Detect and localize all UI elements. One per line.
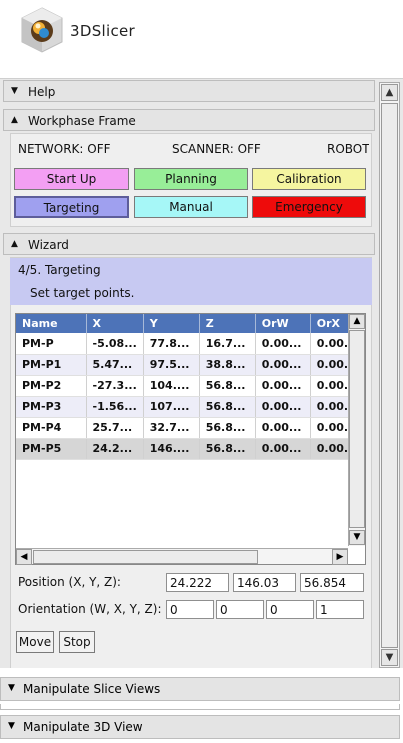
table-cell: 97.5...	[143, 354, 200, 376]
panel-vertical-scrollbar[interactable]: ▲ ▼	[379, 82, 400, 668]
table-cell: 0.00...	[255, 438, 311, 460]
help-section-label: Help	[28, 85, 56, 99]
scroll-right-icon[interactable]: ▶	[332, 549, 348, 565]
orientation-z-field[interactable]	[316, 600, 364, 619]
table-row[interactable]: PM-P4 25.7... 32.7... 56.8... 0.00... 0.00...	[16, 417, 364, 439]
table-cell: PM-P1	[16, 354, 87, 376]
table-cell: -5.08...	[86, 333, 144, 355]
position-y-field[interactable]	[233, 573, 296, 592]
slicer-logo-icon	[21, 7, 63, 53]
table-cell: 5.47...	[86, 354, 144, 376]
wizard-section-header[interactable]: ▲ Wizard	[3, 233, 375, 255]
table-cell: 0.00...	[255, 354, 311, 376]
table-cell: 104....	[143, 375, 200, 397]
column-header[interactable]: X	[86, 314, 144, 333]
orientation-w-field[interactable]	[166, 600, 214, 619]
orientation-x-field[interactable]	[216, 600, 264, 619]
table-row[interactable]: PM-P -5.08... 77.8... 16.7... 0.00... 0.00...	[16, 333, 364, 355]
table-cell: 0.00...	[255, 375, 311, 397]
table-cell: -27.3...	[86, 375, 144, 397]
expand-arrow-icon: ▲	[11, 239, 18, 249]
points-grid: Name X Y Z OrW OrX PM-P -5.08... 77.8... 16…	[16, 314, 364, 460]
table-cell: PM-P	[16, 333, 87, 355]
start-up-button[interactable]: Start Up	[14, 168, 129, 190]
table-cell: 56.8...	[199, 396, 256, 418]
collapse-arrow-icon: ▼	[11, 86, 18, 96]
manual-button[interactable]: Manual	[134, 196, 248, 218]
table-cell: -1.56...	[86, 396, 144, 418]
table-cell: 38.8...	[199, 354, 256, 376]
collapse-arrow-icon: ▼	[8, 721, 15, 731]
planning-button[interactable]: Planning	[134, 168, 248, 190]
table-cell: 16.7...	[199, 333, 256, 355]
status-row: NETWORK: OFF SCANNER: OFF ROBOT	[12, 136, 372, 164]
collapse-arrow-icon: ▼	[8, 683, 15, 693]
workphase-section-label: Workphase Frame	[28, 114, 136, 128]
app-title: 3DSlicer	[70, 22, 135, 40]
column-header[interactable]: Z	[199, 314, 256, 333]
emergency-button[interactable]: Emergency	[252, 196, 366, 218]
table-cell: 146....	[143, 438, 200, 460]
table-cell: PM-P2	[16, 375, 87, 397]
target-points-table[interactable]: Name X Y Z OrW OrX PM-P -5.08... 77.8... 16…	[15, 313, 366, 565]
scroll-up-icon[interactable]: ▲	[381, 84, 398, 101]
table-cell: 56.8...	[199, 375, 256, 397]
table-cell: 0.00...	[255, 396, 311, 418]
move-button[interactable]: Move	[16, 631, 54, 653]
orientation-y-field[interactable]	[266, 600, 314, 619]
table-header-row: Name X Y Z OrW OrX	[16, 314, 364, 333]
view3d-section-header[interactable]: ▼ Manipulate 3D View	[0, 715, 400, 739]
table-vertical-scrollbar[interactable]: ▲ ▼	[348, 314, 365, 546]
column-header[interactable]: OrW	[255, 314, 311, 333]
table-cell: 32.7...	[143, 417, 200, 439]
orientation-label: Orientation (W, X, Y, Z):	[18, 602, 162, 616]
calibration-button[interactable]: Calibration	[252, 168, 366, 190]
scroll-left-icon[interactable]: ◀	[16, 549, 32, 565]
slice-views-section-label: Manipulate Slice Views	[23, 682, 161, 696]
column-header[interactable]: Y	[143, 314, 200, 333]
table-cell: 0.00...	[255, 333, 311, 355]
robot-status: ROBOT	[327, 142, 369, 156]
scroll-down-icon[interactable]: ▼	[349, 530, 365, 545]
table-cell: 25.7...	[86, 417, 144, 439]
slice-views-collapsed-body	[0, 704, 400, 710]
table-row[interactable]: PM-P1 5.47... 97.5... 38.8... 0.00... 0.00...	[16, 354, 364, 376]
wizard-section-label: Wizard	[28, 238, 69, 252]
expand-arrow-icon: ▲	[11, 115, 18, 125]
workphase-section-header[interactable]: ▲ Workphase Frame	[3, 109, 375, 131]
stop-button[interactable]: Stop	[59, 631, 95, 653]
wizard-step-description: Set target points.	[30, 286, 135, 300]
targeting-button[interactable]: Targeting	[14, 196, 129, 218]
logo-header: 3DSlicer	[0, 0, 403, 78]
table-cell: 24.2...	[86, 438, 144, 460]
scroll-thumb[interactable]	[349, 330, 365, 528]
table-row[interactable]: PM-P3 -1.56... 107.... 56.8... 0.00... 0.00..…	[16, 396, 364, 418]
position-z-field[interactable]	[300, 573, 364, 592]
position-label: Position (X, Y, Z):	[18, 575, 121, 589]
help-section-header[interactable]: ▼ Help	[3, 80, 375, 102]
table-cell: 56.8...	[199, 417, 256, 439]
table-cell: PM-P3	[16, 396, 87, 418]
wizard-step-title: 4/5. Targeting	[18, 263, 101, 277]
table-horizontal-scrollbar[interactable]: ◀ ▶	[16, 548, 348, 565]
table-cell: 56.8...	[199, 438, 256, 460]
slice-views-section-header[interactable]: ▼ Manipulate Slice Views	[0, 677, 400, 701]
table-cell: PM-P5	[16, 438, 87, 460]
network-status: NETWORK: OFF	[18, 142, 111, 156]
scanner-status: SCANNER: OFF	[172, 142, 261, 156]
scroll-down-icon[interactable]: ▼	[381, 649, 398, 666]
table-row-selected[interactable]: PM-P5 24.2... 146.... 56.8... 0.00... 0.00...	[16, 438, 364, 460]
column-header[interactable]: Name	[16, 314, 87, 333]
table-cell: 0.00...	[255, 417, 311, 439]
table-cell: PM-P4	[16, 417, 87, 439]
table-cell: 107....	[143, 396, 200, 418]
view3d-section-label: Manipulate 3D View	[23, 720, 143, 734]
scroll-thumb[interactable]	[381, 103, 398, 648]
table-cell: 77.8...	[143, 333, 200, 355]
scroll-up-icon[interactable]: ▲	[349, 314, 365, 329]
position-x-field[interactable]	[166, 573, 229, 592]
scroll-thumb[interactable]	[33, 550, 258, 564]
table-row[interactable]: PM-P2 -27.3... 104.... 56.8... 0.00... 0.00..…	[16, 375, 364, 397]
